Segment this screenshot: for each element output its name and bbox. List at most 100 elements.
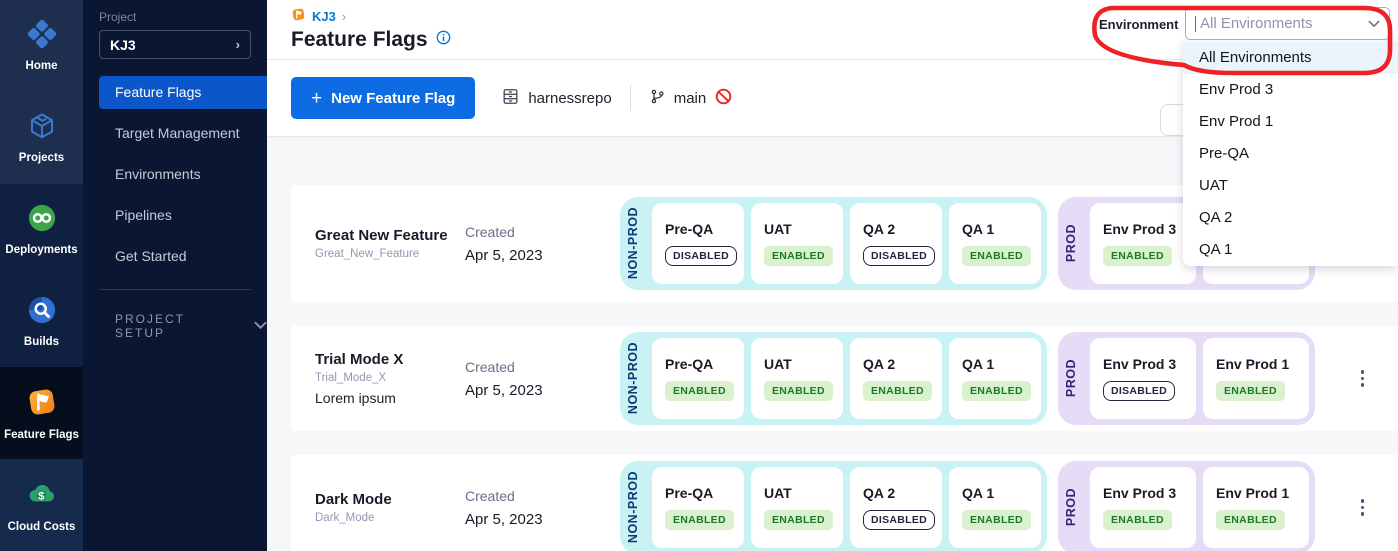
branch-name: main xyxy=(674,90,707,107)
sidebar-item-builds[interactable]: Builds xyxy=(0,275,83,367)
nav-item-environments[interactable]: Environments xyxy=(99,158,267,191)
non-prod-cards: Pre-QA ENABLED UAT ENABLED QA 2 DISABLED… xyxy=(652,467,1041,548)
project-nav: Feature Flags Target Management Environm… xyxy=(99,76,267,273)
env-card: UAT ENABLED xyxy=(751,203,843,284)
prod-group: PROD Env Prod 3 ENABLED Env Prod 1 ENABL… xyxy=(1058,461,1315,551)
env-name: Pre-QA xyxy=(665,356,744,372)
env-card: Env Prod 3 ENABLED xyxy=(1090,467,1196,548)
environment-select-value: All Environments xyxy=(1198,15,1368,32)
module-label: Home xyxy=(26,60,58,72)
env-status-badge: ENABLED xyxy=(665,510,734,530)
git-sync-disabled-icon xyxy=(714,87,733,110)
dropdown-option[interactable]: UAT xyxy=(1183,170,1398,202)
flag-info: Trial Mode X Trial_Mode_X Lorem ipsum xyxy=(315,351,465,406)
divider xyxy=(630,85,631,111)
dropdown-option[interactable]: Env Prod 3 xyxy=(1183,74,1398,106)
nav-item-target-management[interactable]: Target Management xyxy=(99,117,267,150)
repo-selector[interactable]: harnessrepo xyxy=(501,87,611,110)
env-card: QA 1 ENABLED xyxy=(949,338,1041,419)
env-name: Env Prod 1 xyxy=(1216,485,1309,501)
branch-selector[interactable]: main xyxy=(649,87,734,110)
nav-item-get-started[interactable]: Get Started xyxy=(99,240,267,273)
deployments-icon xyxy=(27,203,57,238)
flag-row: Trial Mode X Trial_Mode_X Lorem ipsum Cr… xyxy=(291,326,1398,431)
feature-flags-icon xyxy=(26,386,58,423)
plus-icon: + xyxy=(311,89,322,108)
flag-identifier: Trial_Mode_X xyxy=(315,372,465,384)
prod-label: PROD xyxy=(1064,224,1090,262)
project-section-label: Project xyxy=(99,10,267,24)
dropdown-option[interactable]: QA 2 xyxy=(1183,202,1398,234)
dropdown-option[interactable]: Env Prod 1 xyxy=(1183,106,1398,138)
env-status-badge: ENABLED xyxy=(1103,246,1172,266)
flag-name[interactable]: Trial Mode X xyxy=(315,351,465,368)
flag-created: Created Apr 5, 2023 xyxy=(465,224,620,264)
sidebar-item-home[interactable]: Home xyxy=(0,0,83,92)
env-status-badge: ENABLED xyxy=(1216,381,1285,401)
env-card: QA 2 DISABLED xyxy=(850,467,942,548)
non-prod-label: NON-PROD xyxy=(626,342,652,414)
project-selector[interactable]: KJ3 › xyxy=(99,30,251,59)
flag-created: Created Apr 5, 2023 xyxy=(465,359,620,399)
new-feature-flag-button[interactable]: + New Feature Flag xyxy=(291,77,475,119)
sidebar-item-cloud-costs[interactable]: $ Cloud Costs xyxy=(0,459,83,551)
repo-name: harnessrepo xyxy=(528,90,611,107)
flag-name[interactable]: Dark Mode xyxy=(315,491,465,508)
row-menu-button[interactable] xyxy=(1357,366,1369,391)
projects-icon xyxy=(27,111,57,146)
non-prod-label: NON-PROD xyxy=(626,207,652,279)
env-name: QA 2 xyxy=(863,485,942,501)
nav-item-feature-flags[interactable]: Feature Flags xyxy=(99,76,267,109)
env-card: QA 1 ENABLED xyxy=(949,467,1041,548)
non-prod-group: NON-PROD Pre-QA DISABLED UAT ENABLED QA … xyxy=(620,197,1047,290)
prod-cards: Env Prod 3 DISABLED Env Prod 1 ENABLED xyxy=(1090,338,1309,419)
dropdown-option[interactable]: QA 1 xyxy=(1183,234,1398,266)
home-icon xyxy=(27,19,57,54)
non-prod-label: NON-PROD xyxy=(626,471,652,543)
env-status-badge: DISABLED xyxy=(665,246,737,266)
env-card: QA 2 DISABLED xyxy=(850,203,942,284)
dropdown-option[interactable]: All Environments xyxy=(1183,42,1398,74)
env-status-badge: ENABLED xyxy=(764,510,833,530)
env-name: QA 1 xyxy=(962,485,1041,501)
breadcrumb-project-link[interactable]: KJ3 xyxy=(312,9,336,24)
env-name: Pre-QA xyxy=(665,221,744,237)
sidebar-item-feature-flags[interactable]: Feature Flags xyxy=(0,367,83,459)
env-card: Pre-QA ENABLED xyxy=(652,467,744,548)
module-label: Builds xyxy=(24,336,59,348)
nav-item-pipelines[interactable]: Pipelines xyxy=(99,199,267,232)
project-sidebar: Project KJ3 › Feature Flags Target Manag… xyxy=(83,0,267,551)
env-card: QA 1 ENABLED xyxy=(949,203,1041,284)
created-label: Created xyxy=(465,224,620,240)
env-card: Pre-QA DISABLED xyxy=(652,203,744,284)
flag-description: Lorem ipsum xyxy=(315,390,465,406)
project-setup-label: PROJECT SETUP xyxy=(115,312,234,340)
env-status-badge: DISABLED xyxy=(863,510,935,530)
prod-label: PROD xyxy=(1064,359,1090,397)
module-label: Cloud Costs xyxy=(8,521,76,533)
created-label: Created xyxy=(465,359,620,375)
prod-group: PROD Env Prod 3 DISABLED Env Prod 1 ENAB… xyxy=(1058,332,1315,425)
feature-flags-breadcrumb-icon xyxy=(291,7,306,25)
row-menu-button[interactable] xyxy=(1357,495,1369,520)
env-card: Env Prod 1 ENABLED xyxy=(1203,338,1309,419)
non-prod-group: NON-PROD Pre-QA ENABLED UAT ENABLED QA 2… xyxy=(620,461,1047,551)
chevron-right-icon: › xyxy=(236,37,240,52)
env-name: QA 2 xyxy=(863,356,942,372)
env-card: Env Prod 3 DISABLED xyxy=(1090,338,1196,419)
dropdown-option[interactable]: Pre-QA xyxy=(1183,138,1398,170)
sidebar-item-projects[interactable]: Projects xyxy=(0,92,83,184)
flag-name[interactable]: Great New Feature xyxy=(315,227,465,244)
new-feature-flag-label: New Feature Flag xyxy=(331,90,455,107)
main-content: KJ3 › Feature Flags + New Feature Flag h… xyxy=(267,0,1398,551)
environment-select[interactable]: All Environments xyxy=(1185,7,1390,40)
non-prod-cards: Pre-QA ENABLED UAT ENABLED QA 2 ENABLED … xyxy=(652,338,1041,419)
info-icon[interactable] xyxy=(436,30,451,50)
project-setup-toggle[interactable]: PROJECT SETUP xyxy=(115,312,267,340)
created-date: Apr 5, 2023 xyxy=(465,511,620,528)
created-date: Apr 5, 2023 xyxy=(465,247,620,264)
sidebar-item-deployments[interactable]: Deployments xyxy=(0,184,83,276)
prod-cards: Env Prod 3 ENABLED Env Prod 1 ENABLED xyxy=(1090,467,1309,548)
divider xyxy=(99,289,251,290)
flag-created: Created Apr 5, 2023 xyxy=(465,488,620,528)
